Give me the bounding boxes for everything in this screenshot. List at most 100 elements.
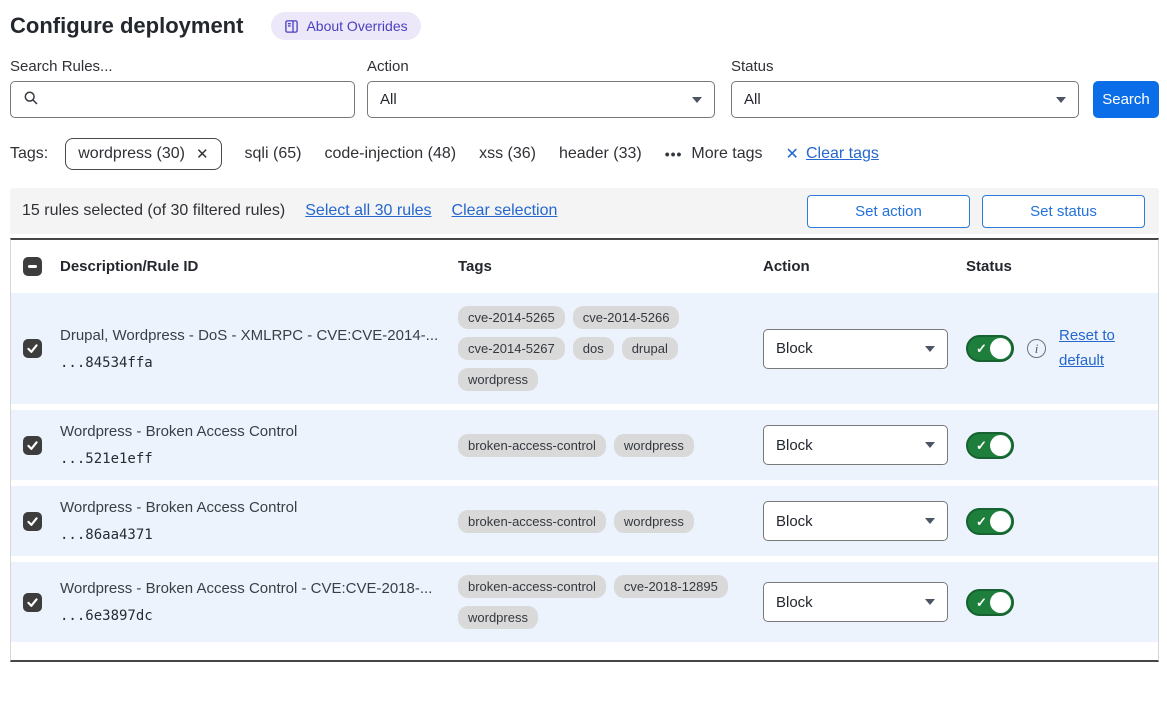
row-description: Drupal, Wordpress - DoS - XMLRPC - CVE:C… [60,327,442,344]
status-filter: Status All [731,58,1079,118]
check-icon [26,596,39,609]
status-toggle[interactable]: ✓ [966,432,1014,459]
tag-pill: broken-access-control [458,510,606,533]
row-description: Wordpress - Broken Access Control [60,423,442,440]
remove-tag-icon[interactable]: ✕ [196,145,209,163]
row-tags: broken-access-control cve-2018-12895 wordp… [458,575,763,629]
action-filter-value: All [380,91,397,108]
row-tags: broken-access-controlwordpress [458,434,763,457]
about-overrides-label: About Overrides [306,18,407,34]
clear-tags-link[interactable]: ✕ Clear tags [786,144,879,164]
status-toggle[interactable]: ✓ [966,508,1014,535]
status-filter-label: Status [731,58,1079,75]
tag-filter-link[interactable]: xss (36) [479,145,536,163]
status-toggle[interactable]: ✓ [966,589,1014,616]
column-header-tags: Tags [458,258,763,275]
page-header: Configure deployment About Overrides [10,12,1159,40]
row-action-cell: Block [763,329,966,369]
tag-pill: dos [573,337,614,360]
action-select[interactable]: Block [763,425,948,465]
status-filter-value: All [744,91,761,108]
row-checkbox-cell [11,512,60,531]
action-select-value: Block [776,594,813,611]
row-checkbox-cell [11,593,60,612]
search-rules-box [10,81,355,118]
selected-tag-chip[interactable]: wordpress (30) ✕ [65,138,221,170]
row-checkbox[interactable] [23,339,42,358]
tag-pill: cve-2014-5267 [458,337,565,360]
row-status-cell: ✓ [966,589,1158,616]
rule-description-cell: Drupal, Wordpress - DoS - XMLRPC - CVE:C… [60,327,458,371]
search-rules-input[interactable] [48,90,342,109]
chevron-down-icon [925,518,935,524]
row-checkbox-cell [11,436,60,455]
check-icon [26,515,39,528]
row-status-cell: ✓ i Reset to default [966,324,1158,374]
tags-label: Tags: [10,145,48,163]
row-tags: cve-2014-5265cve-2014-5266cve-2014-5267d… [458,306,763,391]
table-row: Drupal, Wordpress - DoS - XMLRPC - CVE:C… [11,293,1158,404]
clear-selection-link[interactable]: Clear selection [452,202,558,220]
search-button[interactable]: Search [1093,81,1159,118]
selection-info: 15 rules selected (of 30 filtered rules)… [22,202,557,220]
check-icon [26,439,39,452]
action-select[interactable]: Block [763,582,948,622]
row-checkbox[interactable] [23,436,42,455]
row-rule-id: ...521e1eff [60,451,442,467]
search-rules-label: Search Rules... [10,58,355,75]
more-tags-button[interactable]: ••• More tags [665,145,763,163]
check-icon [26,342,39,355]
toggle-check-icon: ✓ [976,438,987,454]
action-filter-select[interactable]: All [367,81,715,118]
rule-description-cell: Wordpress - Broken Access Control ...86a… [60,499,458,543]
about-overrides-badge[interactable]: About Overrides [271,12,420,40]
status-toggle[interactable]: ✓ [966,335,1014,362]
action-select-value: Block [776,340,813,357]
row-rule-id: ...6e3897dc [60,608,442,624]
tag-links: sqli (65) code-injection (48) xss (36) head… [245,145,642,163]
tag-filter-link[interactable]: header (33) [559,145,642,163]
select-all-link[interactable]: Select all 30 rules [305,202,431,220]
row-action-cell: Block [763,425,966,465]
indeterminate-icon [28,265,37,268]
set-status-button[interactable]: Set status [982,195,1145,228]
rules-table: Description/Rule ID Tags Action Status D… [10,238,1159,662]
filters-bar: Search Rules... Action All Status All [10,58,1159,118]
clear-tags-label: Clear tags [806,145,879,163]
set-action-button[interactable]: Set action [807,195,970,228]
tags-bar: Tags: wordpress (30) ✕ sqli (65) code-inj… [10,138,1159,170]
column-header-status: Status [966,258,1158,275]
row-description: Wordpress - Broken Access Control [60,499,442,516]
action-select[interactable]: Block [763,329,948,369]
chevron-down-icon [1056,97,1066,103]
row-checkbox[interactable] [23,512,42,531]
search-icon [23,90,39,110]
table-row: Wordpress - Broken Access Control ...86a… [11,486,1158,556]
tag-pill: cve-2018-12895 [614,575,728,598]
more-tags-label: More tags [691,145,762,163]
header-checkbox-cell [11,257,60,276]
action-filter-label: Action [367,58,715,75]
action-select[interactable]: Block [763,501,948,541]
status-filter-select[interactable]: All [731,81,1079,118]
rule-description-cell: Wordpress - Broken Access Control ...521… [60,423,458,467]
page-title: Configure deployment [10,13,243,39]
tag-pill: wordpress [458,606,538,629]
tag-filter-link[interactable]: code-injection (48) [324,145,456,163]
reset-to-default-link[interactable]: Reset to default [1059,324,1123,374]
book-icon [284,19,299,34]
tag-pill: wordpress [614,434,694,457]
info-icon[interactable]: i [1027,339,1046,358]
bulk-actions: Set action Set status [807,195,1145,228]
tag-pill: broken-access-control [458,575,606,598]
toggle-knob [990,511,1011,532]
action-filter: Action All [367,58,715,118]
row-checkbox[interactable] [23,593,42,612]
row-tags: broken-access-controlwordpress [458,510,763,533]
table-header: Description/Rule ID Tags Action Status [11,240,1158,293]
select-all-checkbox[interactable] [23,257,42,276]
chevron-down-icon [925,442,935,448]
tag-filter-link[interactable]: sqli (65) [245,145,302,163]
table-row: Wordpress - Broken Access Control ...521… [11,410,1158,480]
row-status-cell: ✓ [966,508,1158,535]
